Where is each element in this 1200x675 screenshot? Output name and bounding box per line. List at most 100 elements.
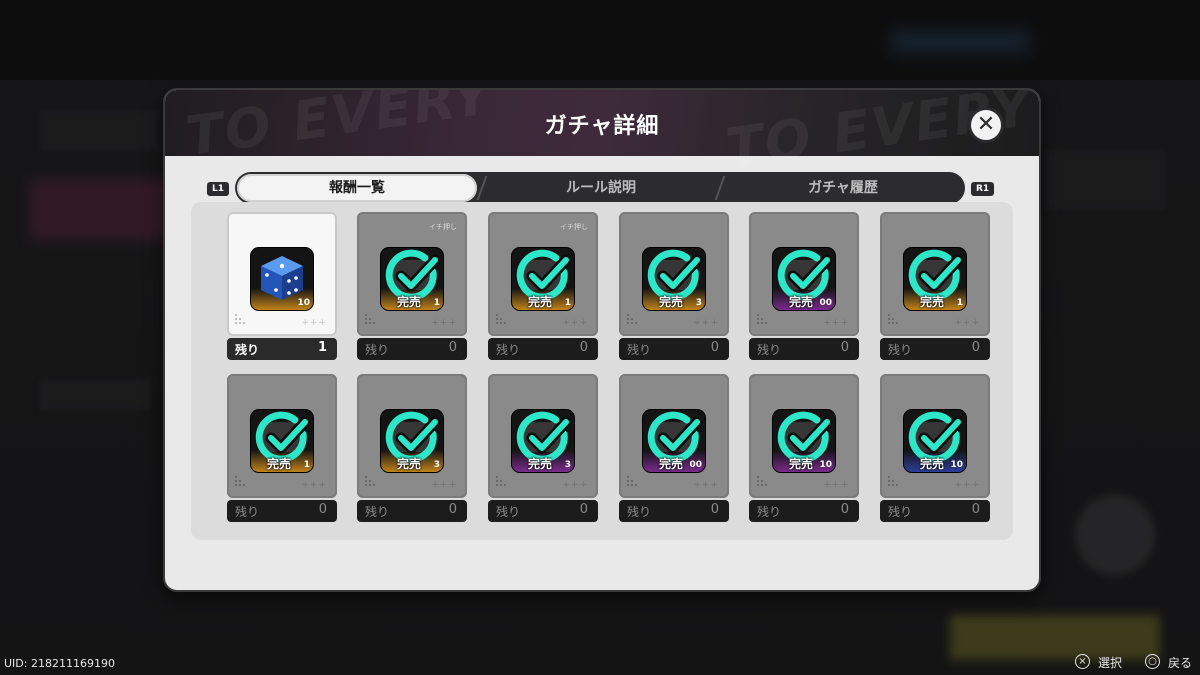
- back-hint[interactable]: 戻る: [1168, 654, 1192, 671]
- close-icon: ✕: [976, 112, 996, 137]
- tab-history[interactable]: ガチャ履歴: [723, 174, 963, 202]
- plus-decoration: +++: [954, 318, 980, 328]
- remaining-label: 残り: [235, 505, 260, 519]
- soldout-label: 完売: [788, 457, 813, 471]
- gacha-detail-modal: TO EVERY TO EVERY ガチャ詳細 ✕ L1 R1 報酬一覧 ルール…: [163, 88, 1041, 592]
- tab-reward-list[interactable]: 報酬一覧: [237, 174, 477, 202]
- close-button[interactable]: ✕: [971, 110, 1001, 140]
- plus-decoration: +++: [823, 318, 849, 328]
- remaining-count: 0: [448, 502, 457, 517]
- remaining-count: 0: [840, 340, 849, 355]
- remaining-bar: 残り 0: [749, 500, 859, 522]
- dots-decoration: [888, 314, 898, 324]
- remaining-bar: 残り 0: [619, 500, 729, 522]
- pickup-tag: イチ押し: [560, 223, 588, 231]
- plus-decoration: +++: [954, 480, 980, 490]
- reward-card[interactable]: +++ 00 完売 残り 0: [619, 374, 729, 522]
- dots-decoration: [496, 476, 506, 486]
- dots-decoration: [627, 476, 637, 486]
- remaining-count: 0: [971, 340, 980, 355]
- remaining-count: 0: [710, 340, 719, 355]
- pickup-tag: イチ押し: [429, 223, 457, 231]
- remaining-count: 0: [579, 340, 588, 355]
- reward-card[interactable]: +++ 10 完売 残り 0: [749, 374, 859, 522]
- remaining-label: 残り: [496, 343, 521, 357]
- dots-decoration: [627, 314, 637, 324]
- dots-decoration: [365, 476, 375, 486]
- remaining-bar: 残り 0: [619, 338, 729, 360]
- reward-card[interactable]: +++ 3 完売 残り 0: [357, 374, 467, 522]
- remaining-count: 1: [317, 340, 327, 355]
- remaining-bar: 残り 0: [227, 500, 337, 522]
- modal-title: ガチャ詳細: [544, 114, 660, 139]
- select-hint[interactable]: 選択: [1098, 654, 1122, 671]
- remaining-label: 残り: [235, 343, 260, 357]
- plus-decoration: +++: [301, 480, 327, 490]
- remaining-bar: 残り 1: [227, 338, 337, 360]
- reward-card[interactable]: イチ押し +++ 1 完売 残り 0: [488, 212, 598, 360]
- user-id: UID: 218211169190: [4, 657, 115, 670]
- remaining-label: 残り: [627, 505, 652, 519]
- soldout-label: 完売: [396, 295, 421, 309]
- soldout-label: 完売: [919, 295, 944, 309]
- reward-card[interactable]: +++ 3 完売 残り 0: [619, 212, 729, 360]
- item-quantity: 10: [297, 298, 310, 308]
- plus-decoration: +++: [562, 318, 588, 328]
- dice-icon: 10: [251, 248, 313, 310]
- remaining-bar: 残り 0: [488, 338, 598, 360]
- reward-card[interactable]: +++ 00 完売 残り 0: [749, 212, 859, 360]
- remaining-label: 残り: [365, 343, 390, 357]
- remaining-label: 残り: [627, 343, 652, 357]
- remaining-bar: 残り 0: [357, 338, 467, 360]
- plus-decoration: +++: [431, 480, 457, 490]
- soldout-label: 完売: [266, 457, 291, 471]
- cross-button-icon: ×: [1075, 654, 1090, 669]
- dots-decoration: [235, 314, 245, 324]
- soldout-label: 完売: [919, 457, 944, 471]
- remaining-label: 残り: [757, 505, 782, 519]
- soldout-label: 完売: [788, 295, 813, 309]
- remaining-label: 残り: [365, 505, 390, 519]
- plus-decoration: +++: [431, 318, 457, 328]
- remaining-count: 0: [579, 502, 588, 517]
- dots-decoration: [496, 314, 506, 324]
- remaining-label: 残り: [888, 505, 913, 519]
- plus-decoration: +++: [693, 318, 719, 328]
- r1-shoulder-button[interactable]: R1: [971, 182, 995, 196]
- remaining-count: 0: [710, 502, 719, 517]
- soldout-label: 完売: [396, 457, 421, 471]
- soldout-label: 完売: [658, 295, 683, 309]
- remaining-label: 残り: [496, 505, 521, 519]
- dots-decoration: [365, 314, 375, 324]
- reward-card[interactable]: +++ 10 完売 残り 0: [880, 374, 990, 522]
- dots-decoration: [235, 476, 245, 486]
- plus-decoration: +++: [301, 318, 327, 328]
- reward-card[interactable]: イチ押し +++ 1 完売 残り 0: [357, 212, 467, 360]
- remaining-count: 0: [318, 502, 327, 517]
- remaining-bar: 残り 0: [880, 338, 990, 360]
- dots-decoration: [888, 476, 898, 486]
- soldout-label: 完売: [658, 457, 683, 471]
- plus-decoration: +++: [562, 480, 588, 490]
- plus-decoration: +++: [823, 480, 849, 490]
- tab-rules[interactable]: ルール説明: [485, 174, 717, 202]
- remaining-bar: 残り 0: [488, 500, 598, 522]
- reward-card[interactable]: +++ 10 残り 1: [227, 212, 337, 360]
- remaining-count: 0: [448, 340, 457, 355]
- reward-card[interactable]: +++ 1 完売 残り 0: [880, 212, 990, 360]
- remaining-count: 0: [840, 502, 849, 517]
- modal-header: TO EVERY TO EVERY ガチャ詳細 ✕: [165, 90, 1039, 180]
- reward-card[interactable]: +++ 1 完売 残り 0: [227, 374, 337, 522]
- plus-decoration: +++: [693, 480, 719, 490]
- soldout-label: 完売: [527, 295, 552, 309]
- remaining-bar: 残り 0: [357, 500, 467, 522]
- reward-grid: +++ 10 残り 1 イチ押し +++ 1 完売 残り 0 イチ押し +++ 1 完売 残り 0 +++ 3 完売…: [191, 202, 1013, 540]
- reward-card[interactable]: +++ 3 完売 残り 0: [488, 374, 598, 522]
- remaining-bar: 残り 0: [880, 500, 990, 522]
- l1-shoulder-button[interactable]: L1: [207, 182, 229, 196]
- soldout-label: 完売: [527, 457, 552, 471]
- dots-decoration: [757, 314, 767, 324]
- dots-decoration: [757, 476, 767, 486]
- tab-bar: 報酬一覧 ルール説明 ガチャ履歴: [235, 172, 965, 204]
- circle-button-icon: ○: [1145, 654, 1160, 669]
